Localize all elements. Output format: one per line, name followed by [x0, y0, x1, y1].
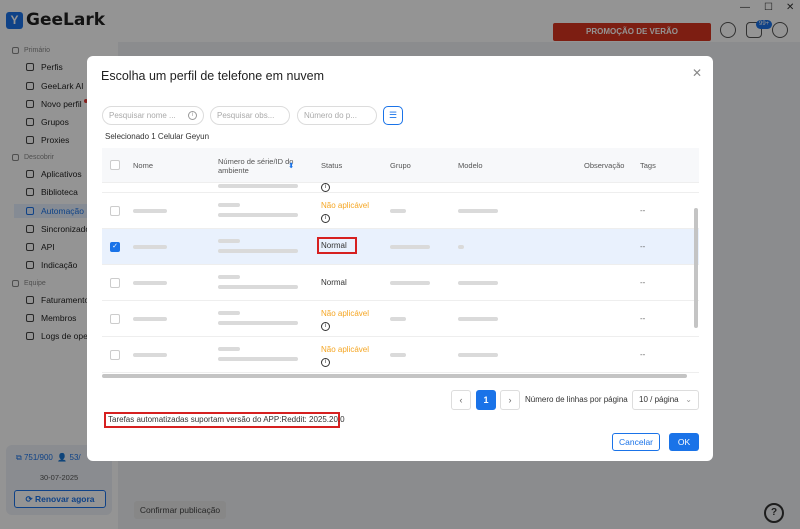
table-row[interactable]: i [102, 183, 699, 193]
col-serial[interactable]: Número de série/ID do ambiente [218, 148, 298, 183]
table-row[interactable]: Não aplicável i -- [102, 337, 699, 373]
table-row-selected[interactable]: ✓ Normal -- [102, 229, 699, 265]
cancel-button[interactable]: Cancelar [612, 433, 660, 451]
row-checkbox-checked[interactable]: ✓ [110, 242, 120, 252]
col-name[interactable]: Nome [133, 148, 153, 183]
ok-button[interactable]: OK [669, 433, 699, 451]
name-blurred [133, 209, 167, 213]
tags-value: -- [640, 242, 646, 251]
profile-select-modal: Escolha um perfil de telefone em nuvem ✕… [87, 56, 713, 461]
profiles-table: Nome Número de série/ID do ambiente ⬍ St… [102, 148, 699, 378]
search-obs-input[interactable]: Pesquisar obs... [210, 106, 290, 125]
tags-value: -- [640, 314, 646, 323]
serial-blurred [218, 184, 298, 188]
page-1-button[interactable]: 1 [476, 390, 496, 410]
model-blurred [458, 281, 498, 285]
table-header: Nome Número de série/ID do ambiente ⬍ St… [102, 148, 699, 183]
serial-blurred [218, 239, 240, 243]
serial-blurred [218, 285, 298, 289]
info-icon[interactable]: i [321, 214, 330, 223]
version-footnote: Tarefas automatizadas suportam versão do… [104, 412, 345, 428]
rows-per-page-label: Número de linhas por página [525, 395, 628, 404]
col-status: Status [321, 161, 343, 170]
serial-blurred [218, 347, 240, 351]
tags-value: -- [640, 206, 646, 215]
model-blurred [458, 317, 498, 321]
serial-blurred [218, 311, 240, 315]
row-checkbox[interactable] [110, 278, 120, 288]
close-icon[interactable]: ✕ [692, 66, 702, 80]
prev-page-button[interactable]: ‹ [451, 390, 471, 410]
serial-blurred [218, 357, 298, 361]
info-icon[interactable]: i [321, 322, 330, 331]
search-number-input[interactable]: Número do p... [297, 106, 377, 125]
model-blurred [458, 245, 464, 249]
model-blurred [458, 209, 498, 213]
search-name-input[interactable]: Pesquisar nome ... i [102, 106, 204, 125]
vertical-scrollbar[interactable] [694, 208, 698, 328]
serial-blurred [218, 203, 240, 207]
serial-blurred [218, 321, 298, 325]
row-checkbox[interactable] [110, 206, 120, 216]
status-text: Não aplicável [321, 345, 370, 354]
status-highlight [317, 237, 357, 254]
serial-blurred [218, 249, 298, 253]
status-text: Não aplicável [321, 201, 370, 210]
group-blurred [390, 209, 406, 213]
horizontal-scrollbar[interactable] [102, 374, 687, 378]
next-page-button[interactable]: › [500, 390, 520, 410]
name-blurred [133, 317, 167, 321]
chevron-down-icon: ⌄ [685, 395, 692, 404]
modal-title: Escolha um perfil de telefone em nuvem [101, 69, 325, 83]
rows-per-page-select[interactable]: 10 / página ⌄ [632, 390, 699, 410]
select-all-checkbox[interactable] [110, 160, 120, 170]
status-text: Não aplicável [321, 309, 370, 318]
name-blurred [133, 281, 167, 285]
filter-settings-icon[interactable]: ☰ [383, 106, 403, 125]
col-observation: Observação [584, 161, 625, 170]
table-row[interactable]: Não aplicável i -- [102, 301, 699, 337]
serial-blurred [218, 275, 240, 279]
sort-icon[interactable]: ⬍ [288, 148, 294, 183]
group-blurred [390, 281, 430, 285]
serial-blurred [218, 213, 298, 217]
selected-count: Selecionado 1 Celular Geyun [105, 132, 210, 141]
model-blurred [458, 353, 498, 357]
name-blurred [133, 353, 167, 357]
tags-value: -- [640, 350, 646, 359]
table-row[interactable]: Não aplicável i -- [102, 193, 699, 229]
table-row[interactable]: Normal -- [102, 265, 699, 301]
group-blurred [390, 317, 406, 321]
group-blurred [390, 245, 430, 249]
tags-value: -- [640, 278, 646, 287]
col-tags: Tags [640, 161, 656, 170]
row-checkbox[interactable] [110, 350, 120, 360]
info-icon[interactable]: i [321, 358, 330, 367]
status-text: Normal [321, 278, 347, 287]
info-icon[interactable]: i [321, 183, 330, 192]
group-blurred [390, 353, 406, 357]
name-blurred [133, 245, 167, 249]
info-icon[interactable]: i [188, 111, 197, 120]
col-model: Modelo [458, 161, 483, 170]
row-checkbox[interactable] [110, 314, 120, 324]
col-group: Grupo [390, 161, 411, 170]
